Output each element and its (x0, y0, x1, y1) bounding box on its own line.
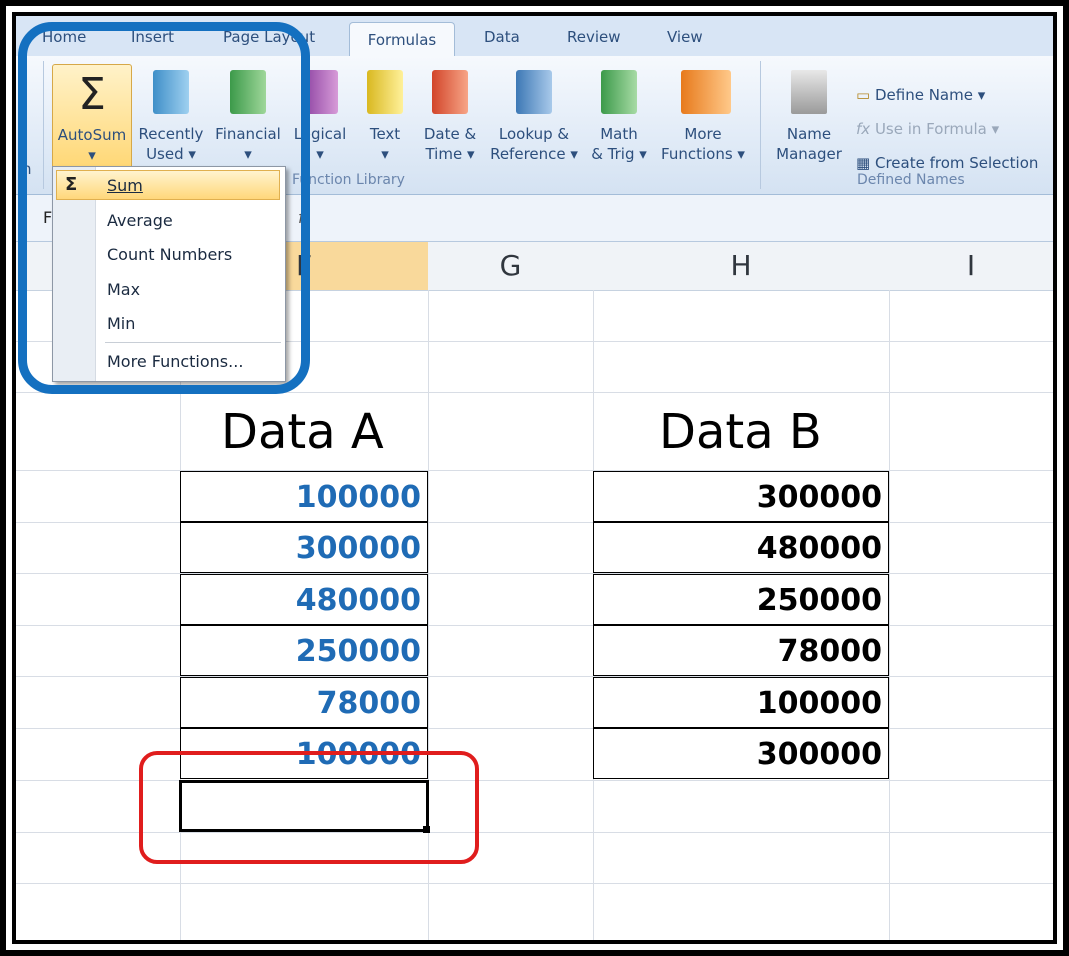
text-dropdown-arrow: ▾ (381, 145, 389, 163)
date-time-label: Date & (423, 125, 477, 143)
data-b-cell[interactable]: 250000 (593, 574, 889, 625)
date-time-button[interactable]: Date & Time ▾ (418, 64, 482, 176)
use-in-formula-button[interactable]: fx Use in Formula ▾ (856, 120, 999, 138)
gridline (16, 728, 1053, 729)
gridline (16, 883, 1053, 884)
more-functions-label: More (684, 125, 722, 143)
data-b-cell[interactable]: 480000 (593, 522, 889, 573)
date-time-label-2: Time ▾ (425, 145, 475, 163)
data-b-cell[interactable]: 300000 (593, 471, 889, 522)
gridline (16, 522, 1053, 523)
lookup-reference-label: Lookup & (498, 125, 570, 143)
blue-highlight-box (18, 22, 310, 394)
more-functions-button[interactable]: More Functions ▾ (656, 64, 750, 176)
data-b-cell[interactable]: 300000 (593, 728, 889, 779)
text-button[interactable]: Text ▾ (360, 64, 410, 176)
grid-icon: ▦ (856, 154, 871, 172)
math-trig-button[interactable]: Math & Trig ▾ (586, 64, 652, 176)
text-label: Text (369, 125, 401, 143)
fx-icon: fx (856, 120, 871, 138)
name-manager-icon (787, 70, 831, 118)
name-manager-button[interactable]: Name Manager (770, 64, 848, 176)
data-b-title: Data B (659, 404, 822, 460)
data-b-cell[interactable]: 78000 (593, 625, 889, 676)
column-header-h[interactable]: H (593, 242, 890, 291)
excel-window: Home Insert Page Layout Formulas Data Re… (16, 16, 1053, 940)
data-a-title: Data A (221, 404, 384, 460)
data-a-cell[interactable]: 480000 (180, 574, 428, 625)
books-stack-icon (681, 70, 731, 118)
data-a-cell[interactable]: 100000 (180, 471, 428, 522)
name-manager-label: Name (786, 125, 832, 143)
lookup-reference-label-2: Reference ▾ (490, 145, 578, 163)
lookup-reference-button[interactable]: Lookup & Reference ▾ (486, 64, 582, 176)
defined-names-group-label: Defined Names (857, 172, 965, 188)
more-functions-label-2: Functions ▾ (661, 145, 745, 163)
data-a-cell[interactable]: 250000 (180, 625, 428, 676)
define-name-label: Define Name ▾ (874, 86, 986, 104)
book-calendar-icon (428, 70, 472, 118)
group-separator (760, 61, 761, 189)
gridline (16, 676, 1053, 677)
define-name-button[interactable]: ▭ Define Name ▾ (856, 86, 985, 104)
book-magnifier-icon (512, 70, 556, 118)
data-a-cell[interactable]: 300000 (180, 522, 428, 573)
tab-data[interactable]: Data (484, 28, 520, 46)
book-text-icon (363, 70, 407, 118)
red-highlight-box (139, 751, 479, 864)
gridline (16, 573, 1053, 574)
math-trig-label-2: & Trig ▾ (591, 145, 647, 163)
tab-view[interactable]: View (667, 28, 703, 46)
define-name-icon: ▭ (856, 86, 871, 104)
gridline (16, 625, 1053, 626)
data-b-cell[interactable]: 100000 (593, 677, 889, 728)
gridline (16, 470, 1053, 471)
data-a-cell[interactable]: 78000 (180, 677, 428, 728)
tab-review[interactable]: Review (567, 28, 621, 46)
book-theta-icon (597, 70, 641, 118)
use-in-formula-label: Use in Formula ▾ (874, 120, 1000, 138)
tab-formulas[interactable]: Formulas (349, 22, 455, 59)
create-from-selection-label: Create from Selection (874, 154, 1039, 172)
name-manager-label-2: Manager (776, 145, 842, 163)
create-from-selection-button[interactable]: ▦ Create from Selection (856, 154, 1038, 172)
math-trig-label: Math (600, 125, 638, 143)
column-header-g[interactable]: G (428, 242, 594, 291)
gridline (889, 290, 890, 940)
column-header-i[interactable]: I (889, 242, 1053, 291)
